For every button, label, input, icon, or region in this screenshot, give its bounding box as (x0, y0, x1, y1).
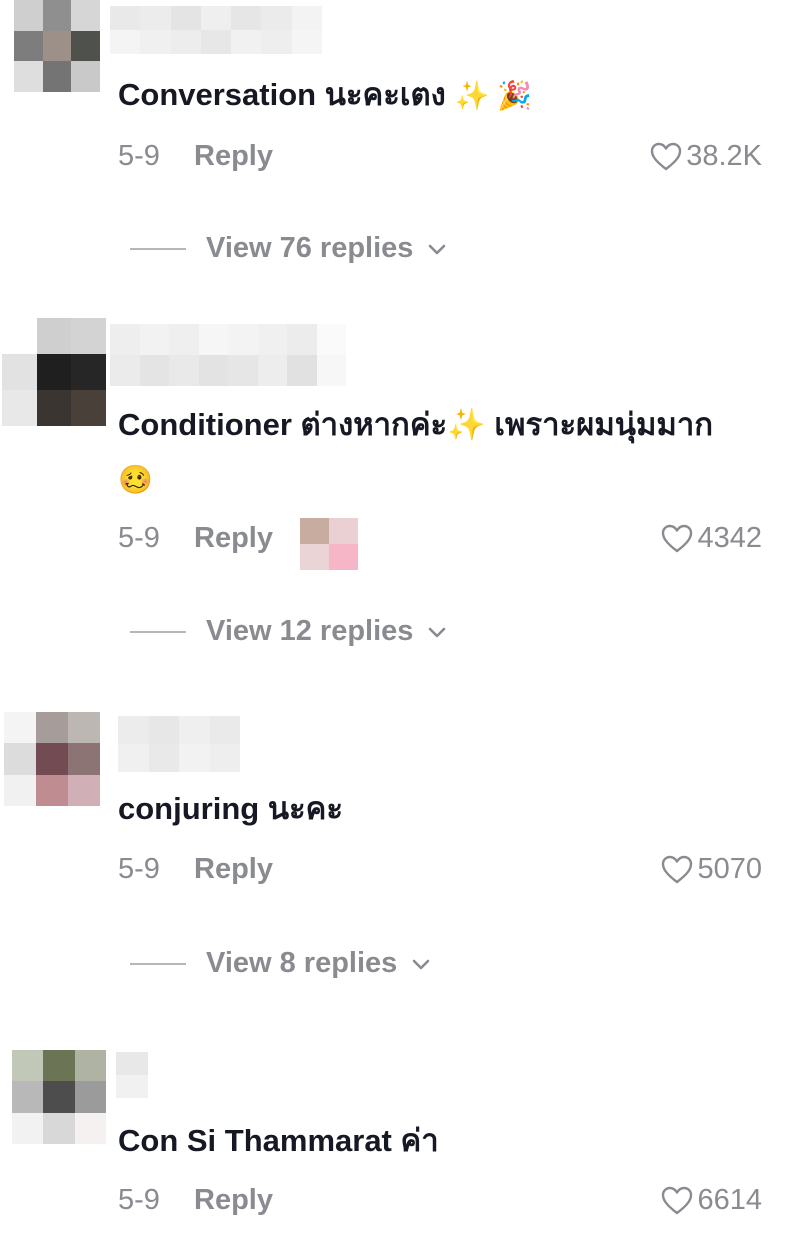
view-replies-button[interactable]: View 12 replies (130, 615, 447, 648)
username[interactable] (116, 1052, 148, 1098)
comment-date: 5-9 (118, 1184, 160, 1216)
view-replies-button[interactable]: View 76 replies (130, 232, 447, 265)
like-button[interactable]: 6614 (661, 1184, 762, 1217)
sticker-thumbnail[interactable] (300, 518, 358, 570)
chevron-down-icon (427, 232, 447, 265)
like-count: 4342 (697, 522, 762, 554)
reply-button[interactable]: Reply (194, 1184, 273, 1217)
chevron-down-icon (427, 615, 447, 648)
comment-text: Con Si Thammarat ค่า (118, 1114, 439, 1168)
comment-text: Conditioner ต่างหากค่ะ✨ เพราะผมนุ่มมาก 🥴 (118, 398, 713, 507)
avatar[interactable] (4, 712, 100, 806)
comment-text-content: Conversation นะคะเตง (118, 77, 446, 112)
divider-line (130, 962, 186, 965)
like-count: 6614 (697, 1184, 762, 1216)
username[interactable] (110, 6, 322, 54)
username[interactable] (118, 716, 240, 772)
comment-text-content: Con Si Thammarat ค่า (118, 1123, 439, 1158)
comment-date: 5-9 (118, 140, 160, 172)
avatar[interactable] (2, 318, 106, 426)
like-count: 38.2K (686, 140, 762, 172)
reply-button[interactable]: Reply (194, 522, 273, 555)
divider-line (130, 247, 186, 250)
view-replies-label: View 12 replies (206, 615, 414, 647)
heart-outline-icon (650, 142, 682, 172)
comment-text-content: conjuring นะคะ (118, 791, 344, 826)
comment-text-content: Conditioner ต่างหากค่ะ✨ เพราะผมนุ่มมาก (118, 407, 713, 442)
emoji: 🥴 (118, 464, 153, 495)
comment-text: Conversation นะคะเตง ✨ 🎉 (118, 68, 532, 123)
view-replies-button[interactable]: View 8 replies (130, 947, 431, 980)
like-button[interactable]: 5070 (661, 853, 762, 886)
comment-date: 5-9 (118, 522, 160, 554)
avatar[interactable] (12, 1050, 106, 1144)
view-replies-label: View 76 replies (206, 232, 414, 264)
heart-outline-icon (661, 524, 693, 554)
view-replies-label: View 8 replies (206, 947, 398, 979)
reply-button[interactable]: Reply (194, 140, 273, 173)
heart-outline-icon (661, 1186, 693, 1216)
like-count: 5070 (697, 853, 762, 885)
avatar[interactable] (14, 0, 100, 92)
comment-date: 5-9 (118, 853, 160, 885)
reply-button[interactable]: Reply (194, 853, 273, 886)
heart-outline-icon (661, 855, 693, 885)
like-button[interactable]: 4342 (661, 522, 762, 555)
username[interactable] (110, 324, 346, 386)
like-button[interactable]: 38.2K (650, 140, 762, 173)
divider-line (130, 630, 186, 633)
emoji: ✨ 🎉 (454, 80, 532, 111)
comment-text: conjuring นะคะ (118, 782, 343, 836)
chevron-down-icon (411, 947, 431, 980)
